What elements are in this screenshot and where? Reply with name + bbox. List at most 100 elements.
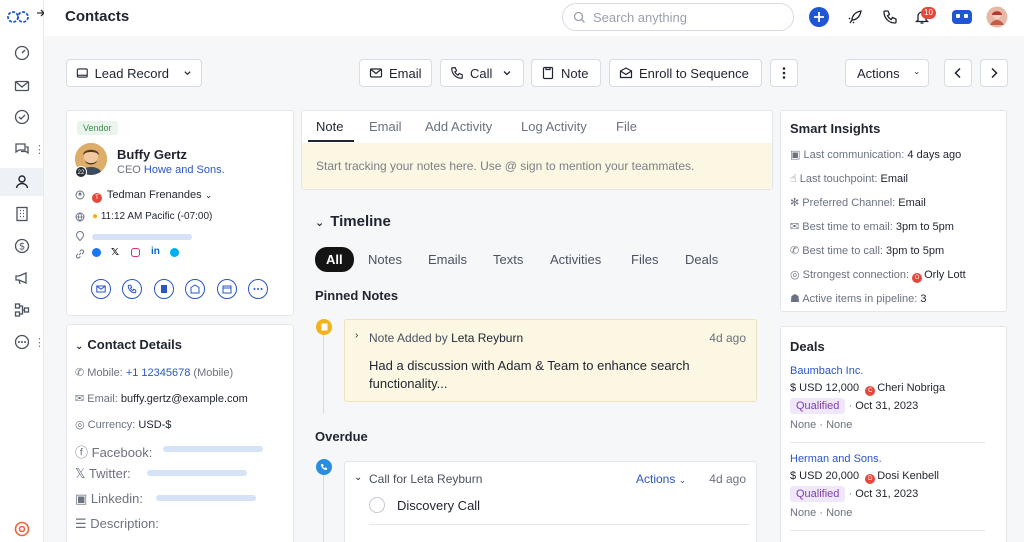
pinned-note-time: 4d ago (709, 331, 746, 345)
currency-row: ◎ Currency: USD-$ (75, 419, 172, 431)
facebook-value-placeholder (163, 446, 263, 452)
search-input[interactable]: Search anything (562, 3, 794, 31)
contact-details-heading: Contact Details (87, 337, 183, 352)
tab-email[interactable]: Email (369, 119, 402, 134)
filter-activities[interactable]: Activities (550, 252, 601, 267)
filter-notes[interactable]: Notes (368, 252, 402, 267)
chevron-down-icon: ⌄ (315, 217, 325, 229)
email-value[interactable]: buffy.gertz@example.com (121, 393, 248, 405)
quick-more-button[interactable] (248, 279, 268, 299)
tab-add-activity[interactable]: Add Activity (425, 119, 492, 134)
sequence-mail-icon (190, 284, 200, 294)
record-type-dropdown[interactable]: Lead Record (66, 59, 202, 87)
currency-value: USD-$ (138, 419, 172, 431)
help-lifebuoy-icon[interactable] (9, 516, 35, 542)
chevron-down-icon[interactable]: ⌄ (354, 472, 362, 483)
deals-dollar-icon[interactable]: $ (9, 233, 35, 259)
deal-1-owner: Cheri Nobriga (877, 382, 946, 394)
dashboard-icon[interactable] (9, 40, 35, 66)
filter-files[interactable]: Files (631, 252, 658, 267)
workflow-icon[interactable] (9, 297, 35, 323)
mail-icon[interactable] (9, 73, 35, 99)
overdue-call-card[interactable]: ⌄ Call for Leta Reyburn Actions ⌄ 4d ago… (344, 461, 757, 542)
accounts-icon[interactable] (9, 201, 35, 227)
mobile-value-link[interactable]: +1 12345678 (126, 367, 191, 379)
contact-title-line: CEO Howe and Sons. (117, 164, 225, 176)
quick-call-button[interactable] (122, 279, 142, 299)
mobile-row: ✆ Mobile: +1 12345678 (Mobile) (75, 367, 234, 379)
filter-deals[interactable]: Deals (685, 252, 718, 267)
address-placeholder (92, 234, 192, 240)
insight-best-time-call: ✆ Best time to call: 3pm to 5pm (790, 245, 945, 257)
deal-2-name-link[interactable]: Herman and Sons. (790, 453, 882, 465)
filter-texts[interactable]: Texts (493, 252, 523, 267)
skype-icon[interactable] (170, 248, 179, 257)
quick-meeting-button[interactable] (217, 279, 237, 299)
pinned-note-body: Had a discussion with Adam & Team to enh… (369, 358, 690, 391)
assistant-bot-icon[interactable] (950, 5, 974, 29)
tasks-icon[interactable] (9, 104, 35, 130)
pinned-note-card[interactable]: › Note Added by Leta Reyburn 4d ago Had … (344, 319, 757, 402)
filter-emails[interactable]: Emails (428, 252, 467, 267)
record-icon (76, 68, 88, 78)
tab-file[interactable]: File (616, 119, 637, 134)
sequence-mail-icon (619, 67, 633, 79)
x-twitter-icon[interactable]: 𝕏 (111, 247, 119, 258)
timeline-connector-2 (323, 474, 324, 542)
email-button[interactable]: Email (359, 59, 432, 87)
kebab-icon (782, 67, 786, 79)
x-outline-icon: 𝕏 (75, 466, 86, 481)
facebook-icon[interactable] (92, 248, 101, 257)
contact-details-toggle[interactable]: ⌄ Contact Details (75, 337, 182, 352)
more-apps-icon[interactable] (9, 329, 35, 355)
insight-active-items: ☗ Active items in pipeline: 3 (790, 293, 927, 305)
contacts-icon[interactable] (0, 168, 43, 196)
note-button[interactable]: Note (531, 59, 601, 87)
note-icon (161, 285, 167, 293)
filter-all[interactable]: All (315, 247, 354, 272)
logo-icon[interactable] (6, 4, 30, 30)
rocket-icon[interactable] (843, 5, 867, 29)
chevron-right-icon[interactable]: › (355, 330, 358, 341)
deals-heading: Deals (790, 339, 825, 354)
pinned-note-meta: Note Added by Leta Reyburn (369, 331, 523, 345)
instagram-icon[interactable] (131, 248, 140, 257)
chevron-down-icon (184, 71, 191, 76)
actions-dropdown[interactable]: Actions (845, 59, 929, 87)
add-icon[interactable] (807, 5, 831, 29)
deal-1-amount: $ USD 12,000 (790, 382, 860, 394)
note-icon (542, 66, 554, 80)
contact-company-link[interactable]: Howe and Sons. (144, 164, 225, 176)
timeline-toggle[interactable]: ⌄ Timeline (315, 213, 391, 230)
owner-dropdown[interactable]: T Tedman Frenandes ⌄ (92, 189, 212, 203)
complete-task-checkbox[interactable] (369, 497, 385, 513)
more-dots-icon[interactable]: ⋮ (34, 143, 45, 156)
previous-record-button[interactable] (944, 59, 972, 87)
tab-log-activity[interactable]: Log Activity (521, 119, 587, 134)
phone-icon[interactable] (878, 5, 902, 29)
quick-email-button[interactable] (91, 279, 111, 299)
more-actions-button[interactable] (770, 59, 798, 87)
deal-2-stage-row: Qualified · Oct 31, 2023 (790, 486, 918, 502)
chat-icon[interactable] (9, 136, 35, 162)
more-dots-icon-2[interactable]: ⋮ (34, 336, 45, 349)
linkedin-icon[interactable]: in (151, 246, 160, 257)
next-record-button[interactable] (980, 59, 1008, 87)
quick-sequence-button[interactable] (185, 279, 205, 299)
pinned-notes-heading: Pinned Notes (315, 288, 399, 303)
overdue-actions-dropdown[interactable]: Actions ⌄ (636, 472, 686, 486)
facebook-row: ⓕ Facebook: (75, 442, 152, 461)
quick-note-button[interactable] (154, 279, 174, 299)
calendar-icon (222, 285, 232, 294)
enroll-sequence-button[interactable]: Enroll to Sequence (609, 59, 762, 87)
tab-note[interactable]: Note (316, 119, 343, 134)
twitter-label: Twitter: (88, 466, 131, 481)
overdue-time: 4d ago (709, 472, 746, 486)
linkedin-label: Linkedin: (90, 491, 143, 506)
campaigns-megaphone-icon[interactable] (9, 265, 35, 291)
note-composer-input[interactable]: Start tracking your notes here. Use @ si… (302, 143, 772, 189)
deal-1-name-link[interactable]: Baumbach Inc. (790, 365, 863, 377)
call-button[interactable]: Call (440, 59, 524, 87)
user-avatar[interactable] (985, 5, 1009, 29)
chevron-right-icon (991, 67, 998, 79)
